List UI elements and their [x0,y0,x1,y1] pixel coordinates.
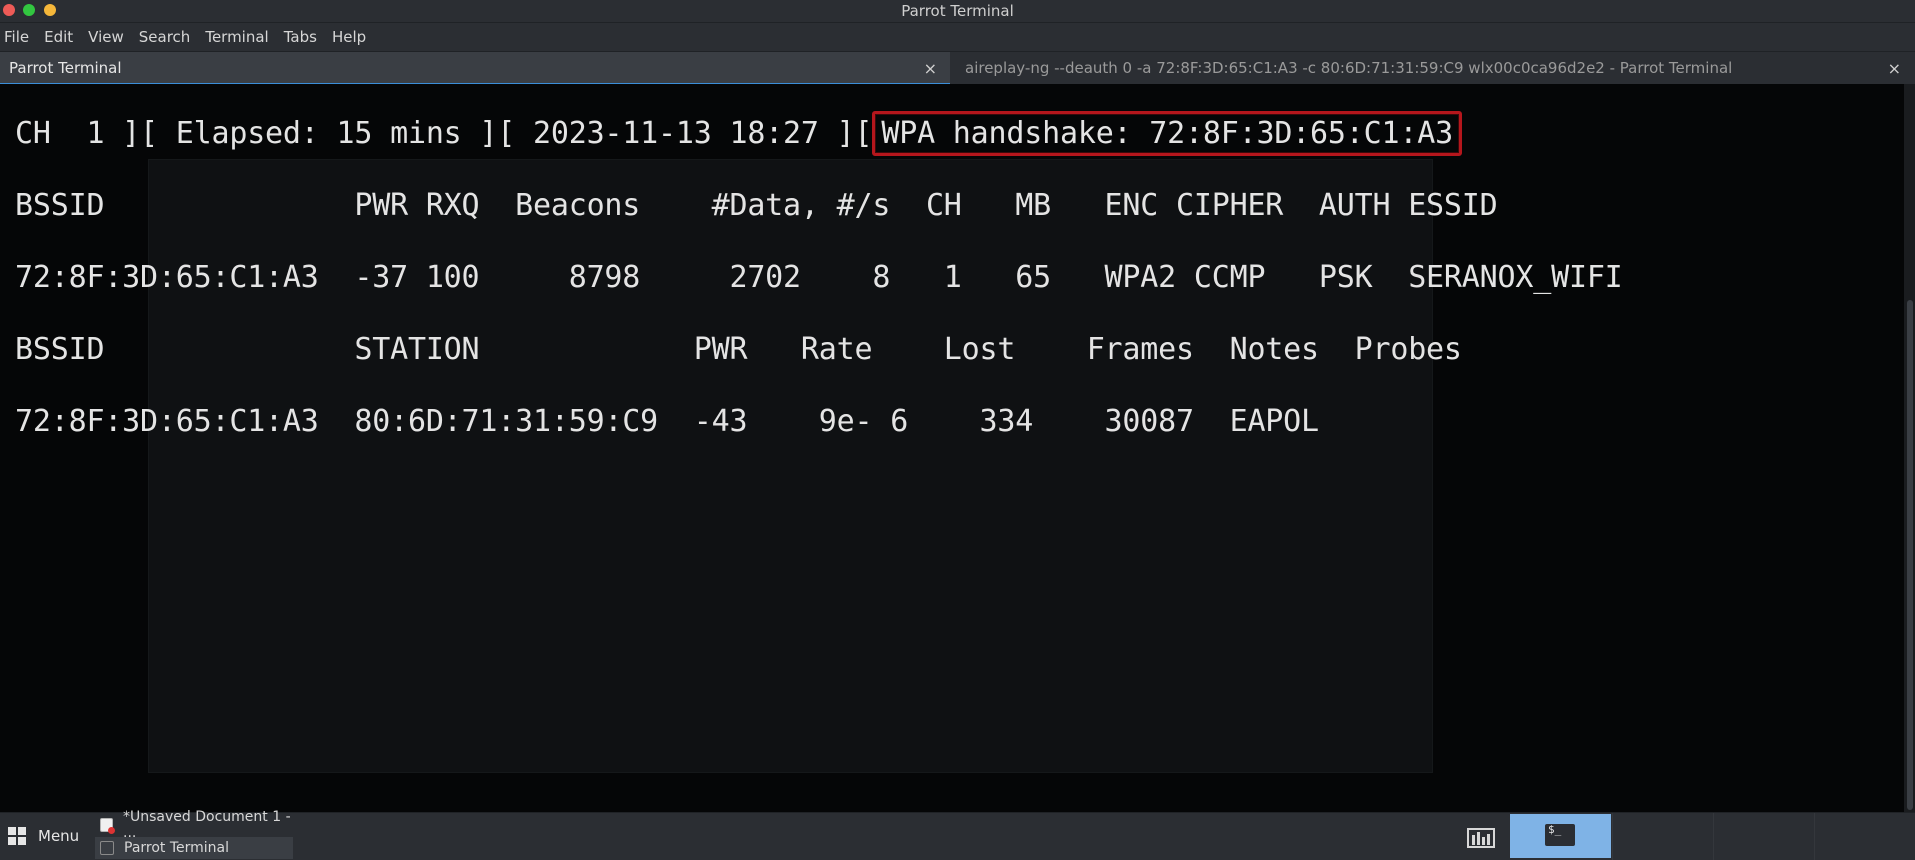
tab-label: aireplay-ng --deauth 0 -a 72:8F:3D:65:C1… [965,59,1733,77]
start-menu-button[interactable]: Menu [8,827,79,845]
wpa-handshake-highlight: WPA handshake: 72:8F:3D:65:C1:A3 [872,111,1462,156]
menu-bar: File Edit View Search Terminal Tabs Help [0,23,1915,51]
taskbar-item-parrot-terminal[interactable]: Parrot Terminal [95,837,293,859]
task-label: Parrot Terminal [124,840,230,856]
workspace-divider [1713,813,1714,860]
taskbar: Menu *Unsaved Document 1 - ... Parrot Te… [0,809,1915,860]
terminal-icon [100,841,114,855]
scrollbar-thumb[interactable] [1907,300,1913,810]
status-line: CH 1 ][ Elapsed: 15 mins ][ 2023-11-13 1… [15,111,1462,156]
menu-help[interactable]: Help [325,23,374,51]
menu-search[interactable]: Search [132,23,199,51]
window-title: Parrot Terminal [901,2,1014,20]
status-prefix: CH 1 ][ Elapsed: 15 mins ][ 2023-11-13 1… [15,116,873,151]
workspace-divider [1814,813,1815,860]
tab-aireplay[interactable]: aireplay-ng --deauth 0 -a 72:8F:3D:65:C1… [950,52,1915,85]
title-bar: Parrot Terminal [0,0,1915,23]
terminal-output[interactable]: CH 1 ][ Elapsed: 15 mins ][ 2023-11-13 1… [0,84,1904,812]
text-editor-icon [100,818,115,834]
tab-parrot-terminal[interactable]: Parrot Terminal × [0,52,950,85]
background-window-ghost [148,159,1433,773]
ap-table-header: BSSID PWR RXQ Beacons #Data, #/s CH MB E… [15,188,1498,223]
menu-grid-icon [8,827,26,845]
tab-close-icon[interactable]: × [924,52,937,85]
system-monitor-icon[interactable] [1466,823,1498,851]
tab-bar: Parrot Terminal × aireplay-ng --deauth 0… [0,51,1915,85]
tab-label: Parrot Terminal [9,59,122,77]
tab-close-icon[interactable]: × [1888,52,1901,85]
workspace-terminal-button[interactable]: $_ [1510,814,1611,858]
taskbar-item-unsaved-document[interactable]: *Unsaved Document 1 - ... [95,809,293,841]
terminal-glyph-icon: $_ [1545,824,1575,846]
menu-label: Menu [38,827,80,845]
menu-terminal[interactable]: Terminal [198,23,276,51]
workspace-divider [1612,813,1613,860]
menu-tabs[interactable]: Tabs [277,23,325,51]
station-table-header: BSSID STATION PWR Rate Lost Frames Notes… [15,332,1462,367]
station-table-row: 72:8F:3D:65:C1:A3 80:6D:71:31:59:C9 -43 … [15,404,1319,439]
ap-table-row: 72:8F:3D:65:C1:A3 -37 100 8798 2702 8 1 … [15,260,1623,295]
menu-view[interactable]: View [81,23,132,51]
menu-file[interactable]: File [0,23,37,51]
menu-edit[interactable]: Edit [37,23,81,51]
